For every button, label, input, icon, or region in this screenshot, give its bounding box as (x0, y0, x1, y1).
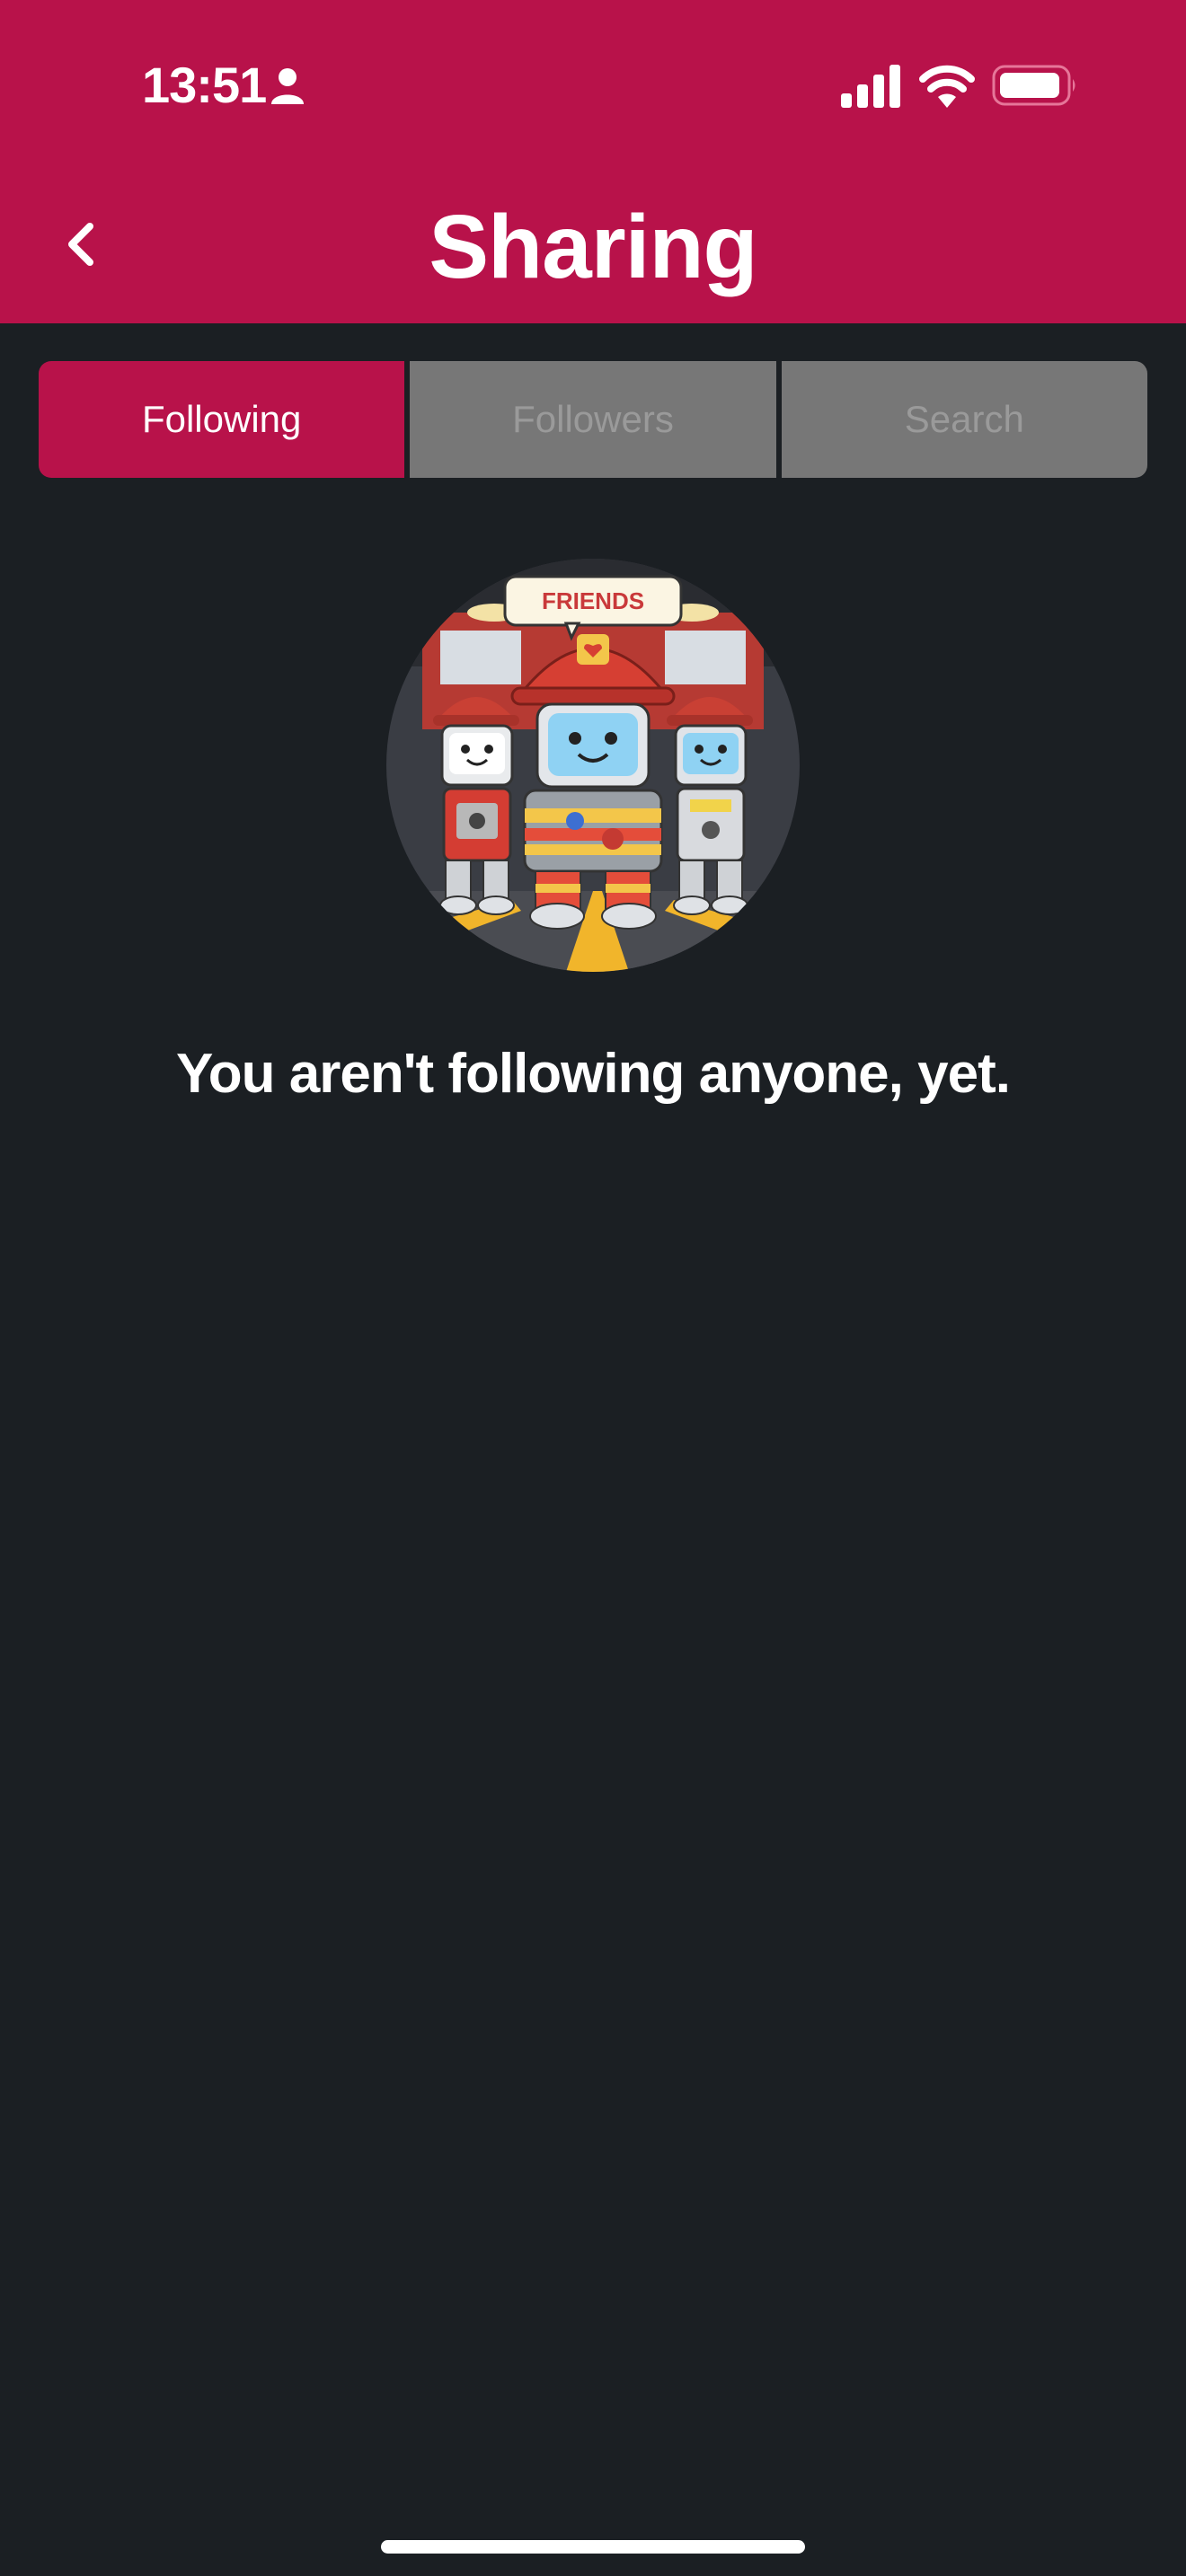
sharing-tabs: Following Followers Search (39, 361, 1147, 478)
tab-followers[interactable]: Followers (410, 361, 776, 478)
battery-icon (992, 65, 1075, 106)
status-time: 13:51 (142, 57, 267, 113)
status-bar: 13:51 (0, 0, 1186, 171)
wifi-icon (919, 65, 975, 108)
home-indicator[interactable] (381, 2540, 805, 2554)
firefighter-robots-illustration: FRIENDS (386, 559, 800, 972)
cellular-signal-icon (841, 65, 900, 108)
tab-search[interactable]: Search (781, 361, 1147, 478)
person-icon (271, 68, 304, 104)
sharing-screen: 13:51 Sharing Following Followers Search… (0, 0, 1186, 2576)
empty-state-message: You aren't following anyone, yet. (176, 1043, 1011, 1105)
tab-following[interactable]: Following (39, 361, 405, 478)
speech-bubble-text: FRIENDS (542, 587, 644, 614)
header-bar: 13:51 Sharing (0, 0, 1186, 323)
page-title: Sharing (429, 197, 757, 297)
